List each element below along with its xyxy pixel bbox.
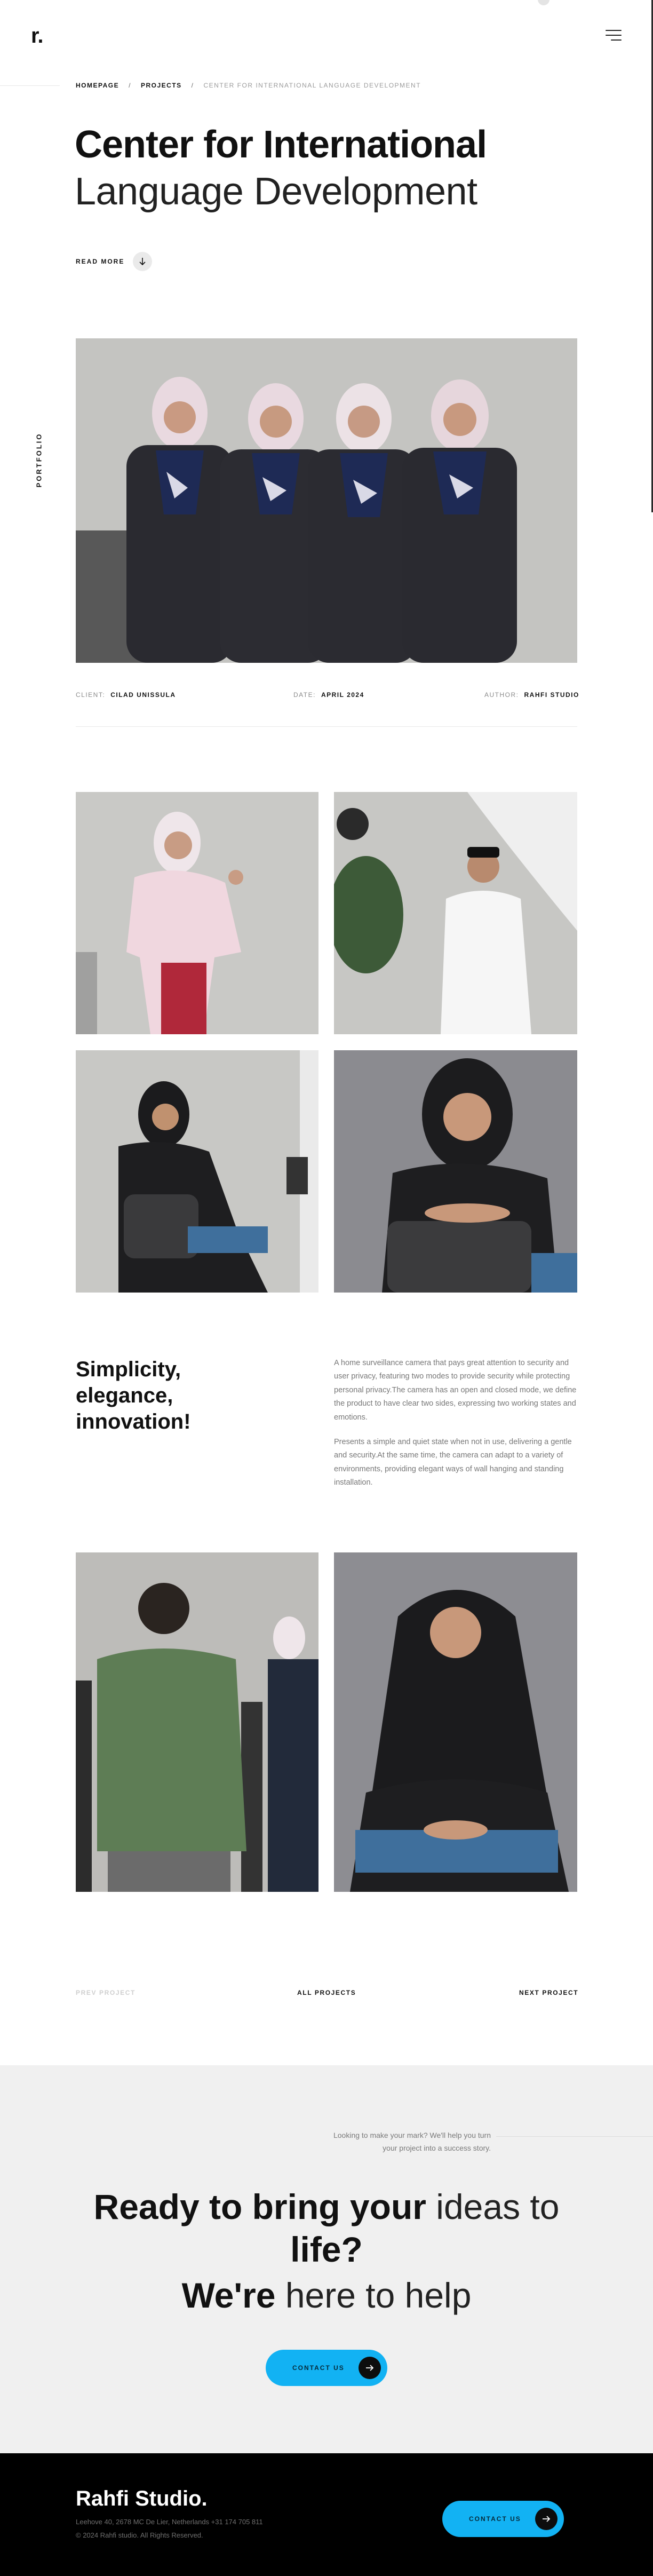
cta-heading-light-1: ideas to xyxy=(436,2187,560,2226)
meta-author-key: AUTHOR: xyxy=(484,691,519,699)
gallery-photo-woman-hijab-smiling xyxy=(334,1552,577,1892)
meta-client-value: CILAD UNISSULA xyxy=(110,691,176,699)
gallery-photo-woman-chair xyxy=(334,1050,577,1293)
gallery-photo-woman-seated xyxy=(76,1050,318,1293)
cta-heading-bold-2: life? xyxy=(290,2230,363,2269)
cta-heading-line-3: We're here to help xyxy=(0,2274,653,2317)
page-title-light: Language Development xyxy=(75,170,477,213)
footer-copyright: © 2024 Rahfi studio. All Rights Reserved… xyxy=(76,2531,203,2539)
breadcrumb-current: CENTER FOR INTERNATIONAL LANGUAGE DEVELO… xyxy=(203,82,421,89)
meta-date: DATE: APRIL 2024 xyxy=(293,691,364,699)
description-paragraph-2: Presents a simple and quiet state when n… xyxy=(334,1438,572,1487)
gallery-photo-pink-hanbok xyxy=(76,792,318,1034)
breadcrumb-separator: / xyxy=(129,82,131,89)
meta-date-key: DATE: xyxy=(293,691,316,699)
meta-author: AUTHOR: RAHFI STUDIO xyxy=(484,691,579,699)
cta-heading-line-2: life? xyxy=(0,2229,653,2271)
cursor-dot xyxy=(538,0,550,5)
gallery-photo-man-green-shirt xyxy=(76,1552,318,1892)
arrow-right-icon xyxy=(359,2357,381,2379)
cta-intro: Looking to make your mark? We'll help yo… xyxy=(299,2129,491,2155)
breadcrumb-separator: / xyxy=(191,82,194,89)
meta-author-value: RAHFI STUDIO xyxy=(524,691,579,699)
page-title-bold: Center for International xyxy=(75,123,487,166)
header-divider xyxy=(0,85,60,86)
prev-project-link[interactable]: PREV PROJECT xyxy=(76,1989,136,1996)
footer-brand: Rahfi Studio. xyxy=(76,2487,208,2510)
cta-heading-bold-1: Ready to bring your xyxy=(93,2187,426,2226)
footer-contact-label: CONTACT US xyxy=(469,2515,521,2523)
meta-divider xyxy=(76,726,577,727)
cta-intro-line-1: Looking to make your mark? We'll help yo… xyxy=(333,2131,491,2139)
arrow-down-icon xyxy=(133,252,153,271)
cta-heading-line-1: Ready to bring your ideas to xyxy=(0,2186,653,2228)
breadcrumb-home-link[interactable]: HOMEPAGE xyxy=(76,82,119,89)
hero-photo xyxy=(76,338,577,663)
hamburger-menu-icon[interactable] xyxy=(604,30,622,44)
arrow-right-icon xyxy=(535,2508,558,2530)
read-more-label: READ MORE xyxy=(76,258,125,265)
side-label-portfolio: PORTFOLIO xyxy=(35,432,43,488)
meta-date-value: APRIL 2024 xyxy=(321,691,364,699)
breadcrumb: HOMEPAGE / PROJECTS / CENTER FOR INTERNA… xyxy=(76,82,421,89)
cta-intro-line-2: your project into a success story. xyxy=(383,2143,491,2152)
cta-decor-line xyxy=(496,2136,653,2137)
footer-contact-button[interactable]: CONTACT US xyxy=(442,2501,564,2537)
meta-client: CLIENT: CILAD UNISSULA xyxy=(76,691,176,699)
site-logo[interactable]: r. xyxy=(31,24,44,48)
next-project-link[interactable]: NEXT PROJECT xyxy=(519,1989,578,1996)
gallery-photo-man-white-shirt xyxy=(334,792,577,1034)
read-more-button[interactable]: READ MORE xyxy=(76,252,153,271)
footer-address: Leehove 40, 2678 MC De Lier, Netherlands… xyxy=(76,2518,263,2526)
cta-contact-label: CONTACT US xyxy=(292,2364,345,2372)
cta-heading-light-3: here to help xyxy=(285,2276,472,2315)
breadcrumb-projects-link[interactable]: PROJECTS xyxy=(141,82,182,89)
cta-contact-button[interactable]: CONTACT US xyxy=(266,2350,387,2386)
section-tagline: Simplicity, elegance, innovation! xyxy=(76,1358,191,1433)
description-paragraph-1: A home surveillance camera that pays gre… xyxy=(334,1359,577,1422)
all-projects-link[interactable]: ALL PROJECTS xyxy=(297,1989,356,1996)
meta-client-key: CLIENT: xyxy=(76,691,106,699)
cta-heading-bold-3: We're xyxy=(181,2276,276,2315)
